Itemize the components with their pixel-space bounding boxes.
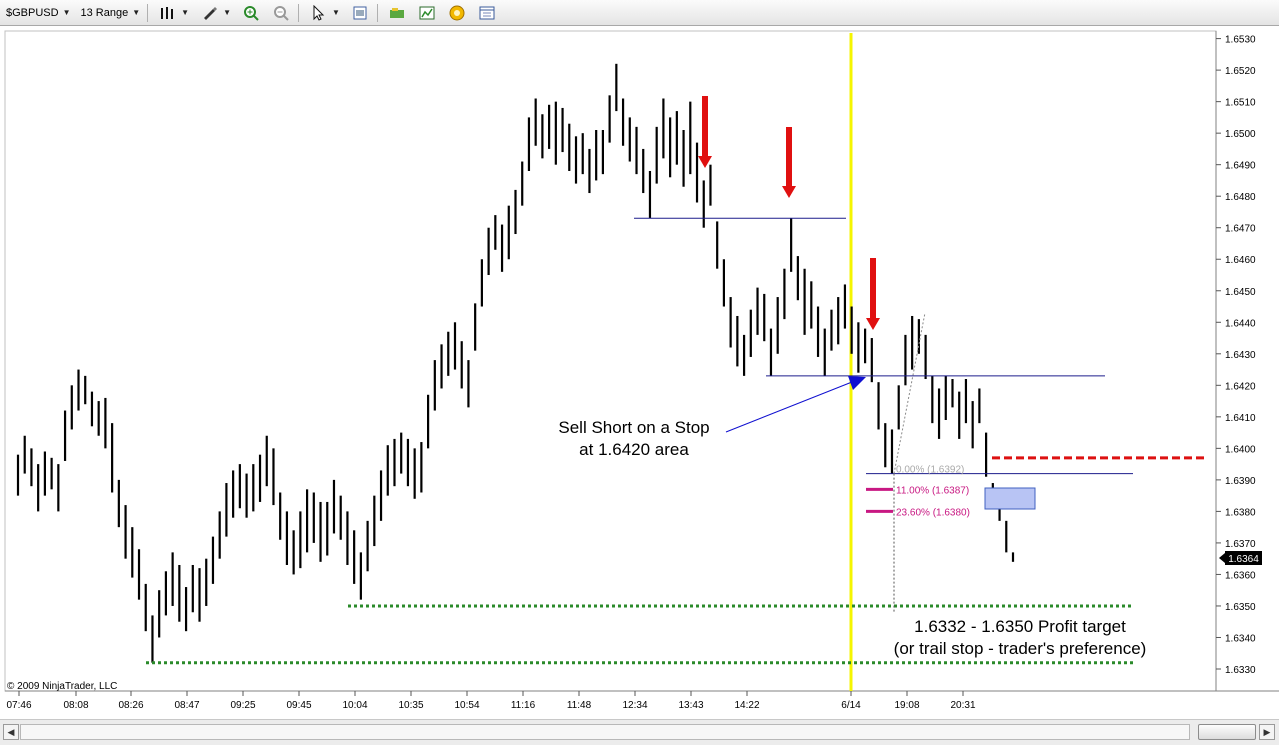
last-price-marker: 1.6364 xyxy=(1219,551,1262,565)
scroll-track[interactable] xyxy=(20,724,1190,740)
toolbar-separator xyxy=(297,3,299,22)
last-price-label: 1.6364 xyxy=(1228,554,1259,565)
x-tick-label: 6/14 xyxy=(841,700,861,711)
scroll-thumb[interactable] xyxy=(1198,724,1256,740)
instrument-button[interactable] xyxy=(383,3,411,23)
sell-label-line1: Sell Short on a Stop xyxy=(558,418,709,437)
fib-label-11: 11.00% (1.6387) xyxy=(896,485,969,496)
x-tick-label: 13:43 xyxy=(678,700,703,711)
target-label-line2: (or trail stop - trader's preference) xyxy=(894,639,1147,658)
period-selector[interactable]: 13 Range ▼ xyxy=(77,3,145,23)
pointer-button[interactable]: ▼ xyxy=(304,3,344,23)
y-tick-label: 1.6420 xyxy=(1225,381,1256,392)
zoom-out-button[interactable] xyxy=(267,3,295,23)
x-tick-label: 07:46 xyxy=(6,700,31,711)
y-tick-label: 1.6510 xyxy=(1225,98,1256,109)
scroll-left-button[interactable]: ◀ xyxy=(3,724,19,740)
instrument-selector[interactable]: $GBPUSD ▼ xyxy=(2,3,75,23)
y-tick-label: 1.6380 xyxy=(1225,507,1256,518)
properties-button[interactable] xyxy=(346,3,374,23)
y-tick-label: 1.6440 xyxy=(1225,318,1256,329)
y-tick-label: 1.6390 xyxy=(1225,476,1256,487)
horizontal-scrollbar[interactable]: ◀ ▶ xyxy=(0,719,1279,745)
chevron-down-icon: ▼ xyxy=(62,8,71,17)
y-tick-label: 1.6480 xyxy=(1225,192,1256,203)
x-tick-label: 14:22 xyxy=(734,700,759,711)
price-chart-svg: 1.6330 1.6340 1.6350 1.6360 1.6370 1.6380 1.63… xyxy=(0,26,1279,719)
y-tick-label: 1.6370 xyxy=(1225,539,1256,550)
scroll-right-button[interactable]: ▶ xyxy=(1259,724,1275,740)
y-tick-label: 1.6450 xyxy=(1225,287,1256,298)
chevron-down-icon: ▼ xyxy=(331,8,340,17)
y-tick-label: 1.6410 xyxy=(1225,413,1256,424)
x-tick-label: 11:16 xyxy=(511,700,536,711)
copyright-text: © 2009 NinjaTrader, LLC xyxy=(7,681,117,692)
x-tick-label: 09:25 xyxy=(230,700,255,711)
y-tick-label: 1.6330 xyxy=(1225,665,1256,676)
period-label: 13 Range xyxy=(80,6,129,19)
y-tick-label: 1.6530 xyxy=(1225,35,1256,46)
x-tick-label: 10:35 xyxy=(398,700,423,711)
toolbar-separator xyxy=(376,3,378,22)
zoom-in-button[interactable] xyxy=(237,3,265,23)
instrument-icon xyxy=(389,7,404,18)
x-tick-label: 08:08 xyxy=(63,700,88,711)
sell-label-line2: at 1.6420 area xyxy=(579,440,689,459)
properties-icon xyxy=(353,6,367,19)
x-tick-label: 08:26 xyxy=(118,700,143,711)
x-tick-label: 10:54 xyxy=(454,700,479,711)
target-label-line1: 1.6332 - 1.6350 Profit target xyxy=(914,617,1126,636)
y-tick-label: 1.6360 xyxy=(1225,570,1256,581)
x-tick-label: 10:04 xyxy=(342,700,367,711)
y-tick-label: 1.6500 xyxy=(1225,129,1256,140)
chevron-down-icon: ▼ xyxy=(223,8,231,17)
strategy-button[interactable] xyxy=(443,3,471,23)
chevron-down-icon: ▼ xyxy=(132,8,141,17)
x-tick-label: 12:34 xyxy=(622,700,647,711)
chart-trader-icon xyxy=(419,6,435,19)
zoom-in-icon xyxy=(243,5,259,21)
y-tick-label: 1.6430 xyxy=(1225,350,1256,361)
chart-toolbar: $GBPUSD ▼ 13 Range ▼ ▼ ▼ ▼ xyxy=(0,0,1279,26)
chart-trader-button[interactable] xyxy=(413,3,441,23)
x-tick-label: 08:47 xyxy=(174,700,199,711)
drawing-tool-button[interactable]: ▼ xyxy=(195,3,235,23)
pointer-icon xyxy=(313,4,325,21)
zoom-out-icon xyxy=(273,5,289,21)
bar-style-button[interactable]: ▼ xyxy=(153,3,193,23)
toolbar-separator xyxy=(147,3,149,22)
x-tick-label: 11:48 xyxy=(567,700,592,711)
instrument-label: $GBPUSD xyxy=(6,6,59,19)
bar-style-icon xyxy=(161,6,174,19)
x-tick-label: 20:31 xyxy=(950,700,975,711)
chevron-down-icon: ▼ xyxy=(181,8,190,17)
y-tick-label: 1.6350 xyxy=(1225,602,1256,613)
y-tick-label: 1.6520 xyxy=(1225,66,1256,77)
data-box-icon xyxy=(479,6,495,19)
chevron-right-icon: ▶ xyxy=(1263,726,1271,737)
fib-label-0: 0.00% (1.6392) xyxy=(896,465,964,476)
y-tick-label: 1.6400 xyxy=(1225,444,1256,455)
entry-box[interactable] xyxy=(984,487,1036,510)
y-tick-label: 1.6460 xyxy=(1225,255,1256,266)
x-tick-label: 09:45 xyxy=(286,700,311,711)
fib-label-236: 23.60% (1.6380) xyxy=(896,507,970,518)
price-chart[interactable]: 1.6330 1.6340 1.6350 1.6360 1.6370 1.6380 1.63… xyxy=(0,26,1279,719)
drawing-tool-icon xyxy=(204,6,218,20)
chevron-left-icon: ◀ xyxy=(7,726,15,737)
y-tick-label: 1.6470 xyxy=(1225,224,1256,235)
data-box-button[interactable] xyxy=(473,3,501,23)
x-tick-label: 19:08 xyxy=(894,700,919,711)
strategy-icon xyxy=(449,5,465,20)
y-tick-label: 1.6340 xyxy=(1225,633,1256,644)
y-tick-label: 1.6490 xyxy=(1225,161,1256,172)
